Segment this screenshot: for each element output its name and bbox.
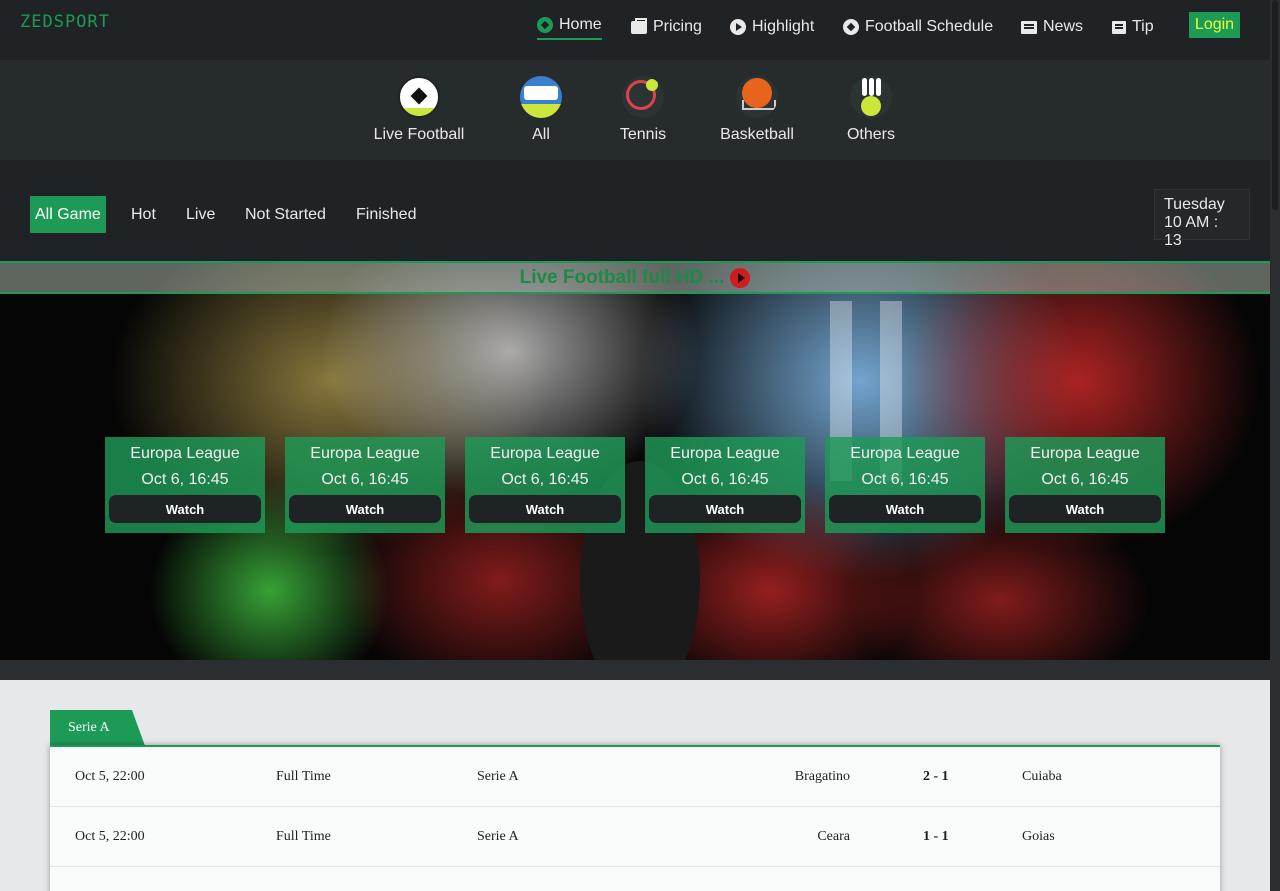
card-time: Oct 6, 16:45: [501, 471, 589, 488]
briefcase-icon: [631, 18, 647, 34]
match-league: Serie A: [477, 829, 519, 844]
scrollbar-thumb[interactable]: [1272, 0, 1278, 210]
match-list-section: Serie A Oct 5, 22:00 Full Time Serie A B…: [0, 680, 1270, 891]
clock-day: Tuesday: [1164, 196, 1225, 213]
card-time: Oct 6, 16:45: [1041, 471, 1129, 488]
category-basketball[interactable]: Basketball: [697, 76, 817, 144]
section-divider: [0, 660, 1270, 680]
card-league: Europa League: [670, 445, 780, 462]
clock-time: 10 AM : 13: [1164, 214, 1219, 249]
card-league: Europa League: [1030, 445, 1140, 462]
nav-tip[interactable]: Tip: [1112, 13, 1154, 40]
home-team: Ceara: [817, 829, 850, 844]
featured-match-card: Europa League Oct 6, 16:45 Watch: [645, 437, 805, 533]
filter-hot[interactable]: Hot: [126, 196, 161, 233]
card-league: Europa League: [850, 445, 960, 462]
play-icon: [730, 267, 751, 288]
category-tennis[interactable]: Tennis: [583, 76, 703, 144]
stadium-icon: [520, 76, 562, 118]
away-team: Goias: [1022, 829, 1055, 844]
table-row[interactable]: Oct 5, 22:00 Full Time Serie A Bragatino…: [50, 747, 1220, 807]
nav-news[interactable]: News: [1021, 13, 1083, 40]
tab-label: Serie A: [68, 720, 110, 735]
list-icon: [1112, 21, 1126, 34]
watch-button[interactable]: Watch: [649, 495, 801, 523]
card-time: Oct 6, 16:45: [141, 471, 229, 488]
card-league: Europa League: [310, 445, 420, 462]
match-status: Full Time: [276, 769, 331, 784]
newspaper-icon: [1021, 21, 1037, 34]
category-label: Basketball: [720, 126, 794, 143]
play-circle-icon: [730, 18, 746, 35]
filter-live[interactable]: Live: [181, 196, 220, 233]
featured-match-card: Europa League Oct 6, 16:45 Watch: [825, 437, 985, 533]
hero-banner: Live Football full HD ... Europa League …: [0, 261, 1270, 660]
category-label: Tennis: [619, 126, 667, 143]
hero-headline-bar[interactable]: Live Football full HD ...: [0, 261, 1270, 294]
category-others[interactable]: Others: [811, 76, 931, 144]
nav-highlight[interactable]: Highlight: [730, 13, 814, 40]
filter-not-started[interactable]: Not Started: [240, 196, 331, 233]
match-score: 2 - 1: [923, 769, 949, 784]
away-team: Cuiaba: [1022, 769, 1062, 784]
category-live-football[interactable]: Live Football: [359, 76, 479, 144]
nav-pricing-label: Pricing: [653, 17, 702, 35]
card-time: Oct 6, 16:45: [861, 471, 949, 488]
category-label: Live Football: [373, 126, 465, 143]
football-icon: [843, 18, 859, 35]
filter-finished[interactable]: Finished: [351, 196, 421, 233]
card-time: Oct 6, 16:45: [321, 471, 409, 488]
top-navbar: ZEDSPORT Home Pricing Highlight Football…: [0, 0, 1270, 60]
nav-highlight-label: Highlight: [752, 17, 815, 35]
nav-football-schedule-label: Football Schedule: [865, 17, 994, 35]
watch-button[interactable]: Watch: [1009, 495, 1161, 523]
featured-match-card: Europa League Oct 6, 16:45 Watch: [105, 437, 265, 533]
nav-news-label: News: [1043, 17, 1084, 35]
clock-widget: Tuesday 10 AM : 13: [1154, 189, 1250, 249]
card-league: Europa League: [490, 445, 600, 462]
basketball-icon: [736, 76, 778, 118]
watch-button[interactable]: Watch: [289, 495, 441, 523]
nav-home[interactable]: Home: [537, 13, 602, 40]
card-time: Oct 6, 16:45: [681, 471, 769, 488]
login-button[interactable]: Login: [1189, 12, 1240, 38]
match-date: Oct 5, 22:00: [75, 829, 145, 844]
match-league: Serie A: [477, 769, 519, 784]
watch-button[interactable]: Watch: [829, 495, 981, 523]
table-row[interactable]: Oct 5, 22:00 Full Time Serie A Ceara 1 -…: [50, 807, 1220, 867]
match-status: Full Time: [276, 829, 331, 844]
filter-all-game[interactable]: All Game: [30, 196, 106, 233]
featured-match-card: Europa League Oct 6, 16:45 Watch: [1005, 437, 1165, 533]
match-date: Oct 5, 22:00: [75, 769, 145, 784]
site-logo[interactable]: ZEDSPORT: [20, 12, 110, 32]
football-icon: [537, 16, 553, 33]
sport-category-bar: Live Football All Tennis Basketball Othe…: [0, 60, 1270, 160]
tennis-racket-icon: [622, 76, 664, 118]
nav-pricing[interactable]: Pricing: [631, 13, 702, 40]
card-league: Europa League: [130, 445, 240, 462]
nav-home-label: Home: [559, 15, 602, 33]
hero-headline: Live Football full HD ...: [519, 266, 725, 288]
match-score: 1 - 1: [923, 829, 949, 844]
featured-match-card: Europa League Oct 6, 16:45 Watch: [465, 437, 625, 533]
soccer-ball-icon: [398, 76, 440, 118]
category-label: Others: [846, 126, 895, 143]
tab-serie-a[interactable]: Serie A: [50, 710, 145, 746]
featured-match-card: Europa League Oct 6, 16:45 Watch: [285, 437, 445, 533]
home-team: Bragatino: [794, 769, 850, 784]
watch-button[interactable]: Watch: [109, 495, 261, 523]
bowling-icon: [850, 76, 892, 118]
nav-tip-label: Tip: [1132, 17, 1154, 35]
match-table: Oct 5, 22:00 Full Time Serie A Bragatino…: [50, 745, 1220, 891]
nav-football-schedule[interactable]: Football Schedule: [843, 13, 993, 40]
watch-button[interactable]: Watch: [469, 495, 621, 523]
page-scrollbar[interactable]: [1270, 0, 1280, 891]
